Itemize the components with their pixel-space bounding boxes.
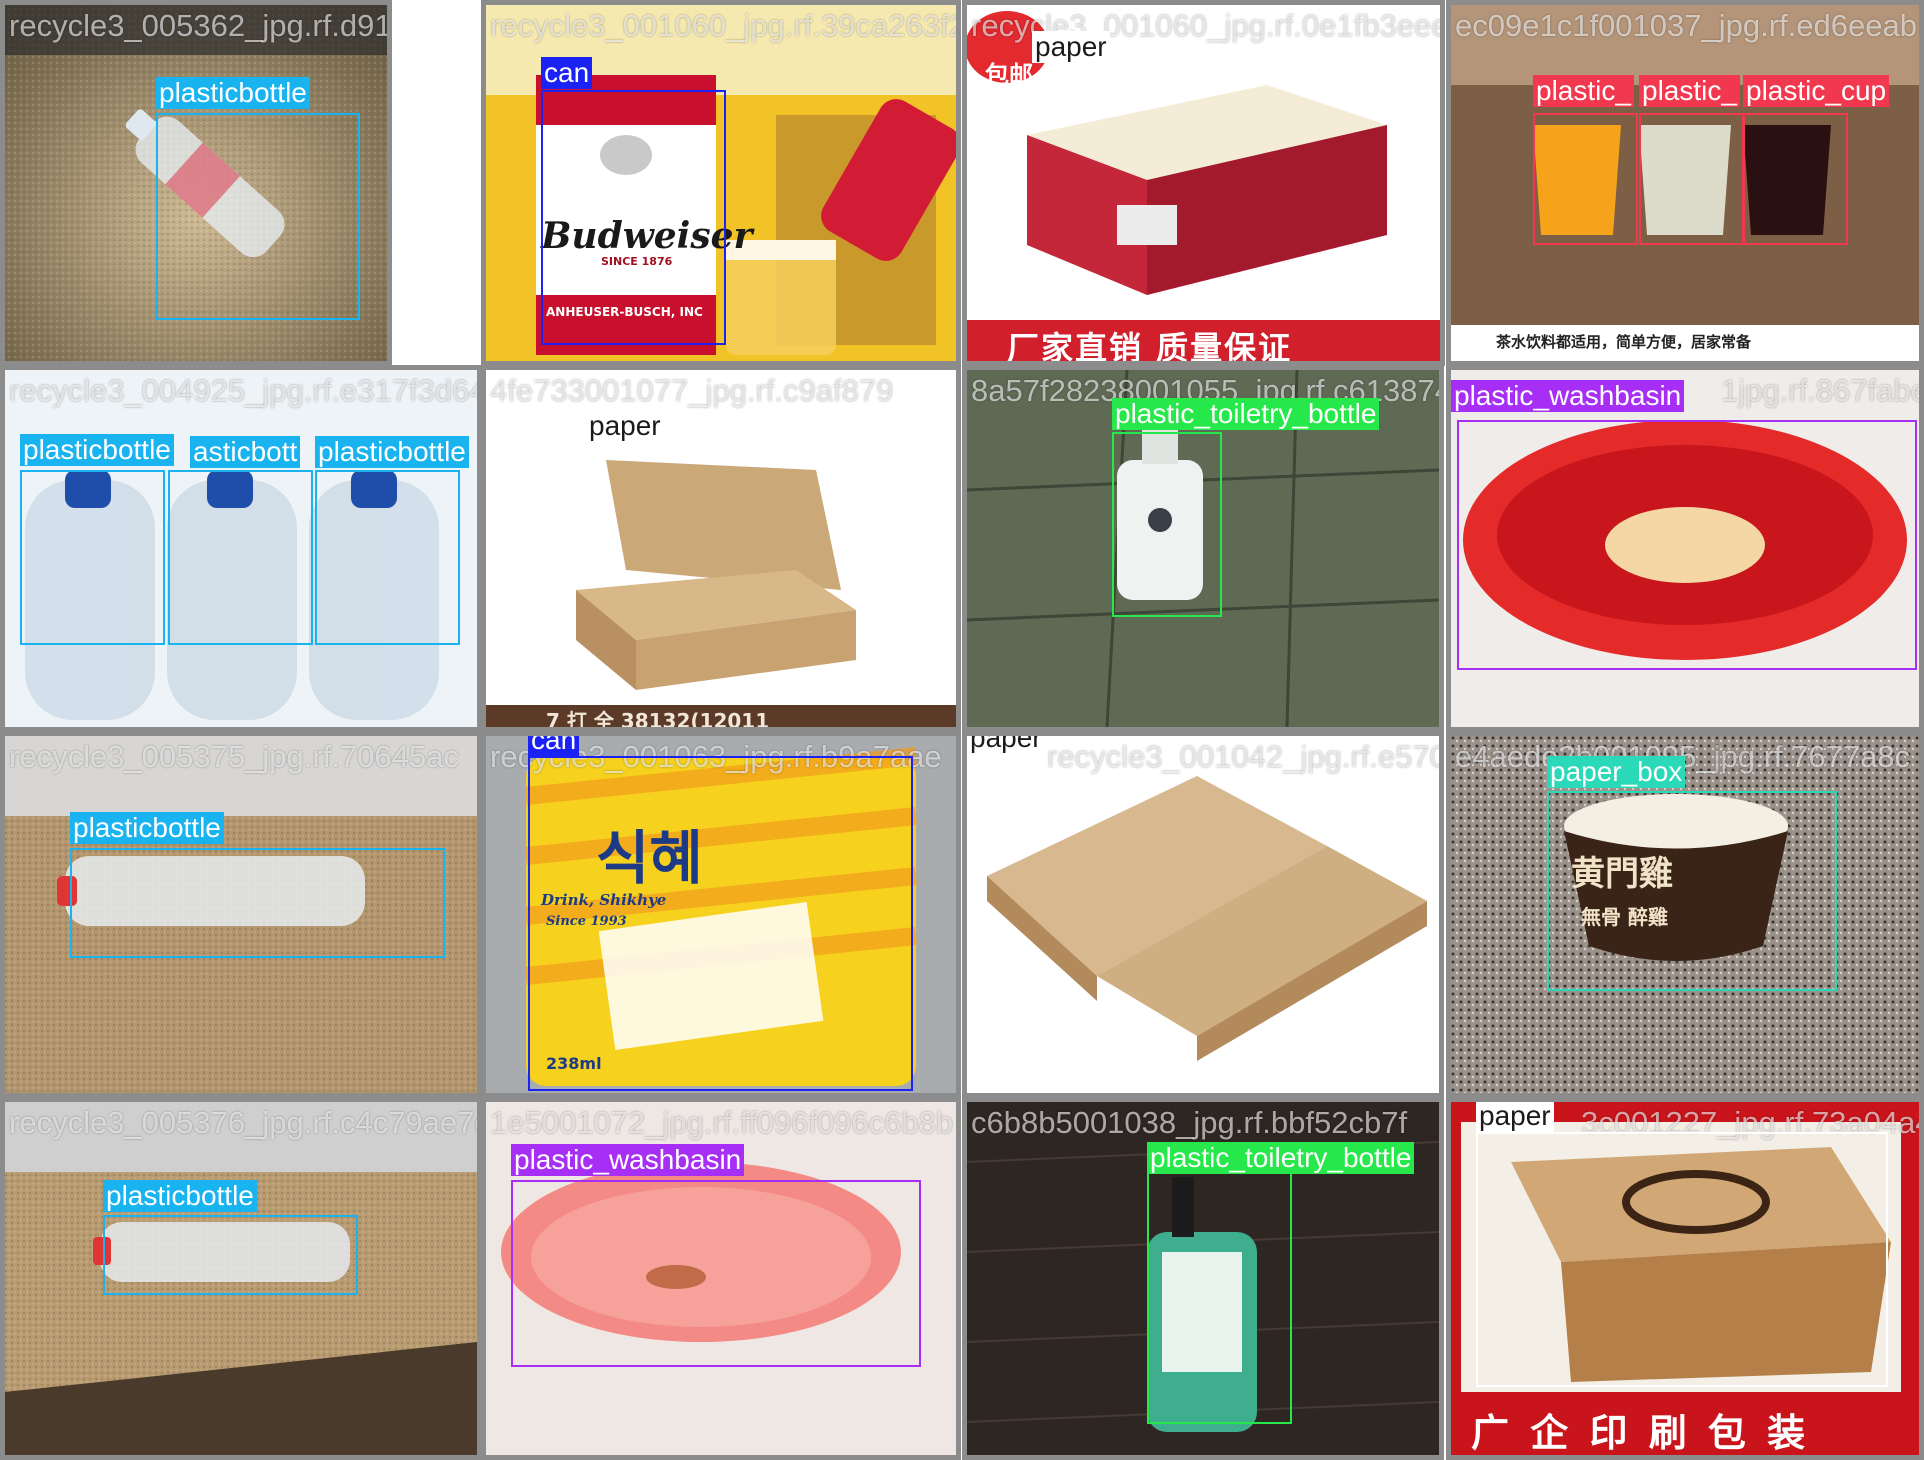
image-tile: recycle3_001060_jpg.rf.39ca263f28ee5dec … bbox=[481, 0, 961, 366]
detection-label: paper_box bbox=[1547, 756, 1686, 788]
detection-label: paper bbox=[967, 736, 1045, 754]
detection-label: plasticbottle bbox=[156, 77, 310, 109]
detection-box bbox=[1476, 1132, 1888, 1387]
detection-label: plasticbottle bbox=[103, 1180, 257, 1212]
detection-label: paper bbox=[1476, 1102, 1554, 1132]
image-tile: ec09e1c1f001037_jpg.rf.ed6eeab 茶水饮料都适用，简… bbox=[1446, 0, 1924, 366]
detection-label: paper bbox=[1032, 31, 1110, 63]
detection-box bbox=[511, 1180, 921, 1367]
detection-label: can bbox=[528, 736, 580, 756]
detection-label: paper bbox=[586, 410, 664, 442]
image-tile: e4aede2b001095_jpg.rf.7677a8c 黄門雞 無骨 醉雞 … bbox=[1446, 731, 1924, 1098]
printed-caption: 茶水饮料都适用，简单方便，居家常备 bbox=[1496, 333, 1752, 351]
detection-label: plasticbottle bbox=[315, 436, 469, 468]
photo-kraft-box bbox=[486, 370, 956, 727]
photo-flat-boxes bbox=[967, 736, 1439, 1093]
image-tile: recycle3_001042_jpg.rf.e5706f0 paper bbox=[962, 731, 1444, 1098]
detection-label: plastic_cup bbox=[1743, 75, 1890, 107]
detection-box bbox=[1457, 420, 1917, 670]
image-tile: 1e5001072_jpg.rf.ff096f096c6b8b plastic_… bbox=[481, 1097, 961, 1460]
detection-box bbox=[315, 470, 460, 645]
image-tile: recycle3_005376_jpg.rf.c4c79ae7ea41e5001… bbox=[0, 1097, 482, 1460]
image-tile: 3c001227_jpg.rf.73a04a4 广 企 印 刷 包 装 pape… bbox=[1446, 1097, 1924, 1460]
detection-label: plastic_toiletry_bottle bbox=[1147, 1142, 1415, 1174]
detection-box bbox=[1547, 791, 1837, 991]
detection-box bbox=[20, 470, 165, 645]
image-tile: recycle3_001063_jpg.rf.b9a7aae 식혜 Drink,… bbox=[481, 731, 961, 1098]
detection-label: plastic_ bbox=[1639, 75, 1740, 107]
printed-badge: 包邮 bbox=[985, 61, 1033, 89]
detection-box bbox=[70, 848, 445, 958]
image-tile: recycle3_005362_jpg.rf.d91d58e4a2d7fe444… bbox=[0, 0, 392, 366]
detection-label: plasticbottle bbox=[70, 812, 224, 844]
detection-label: plastic_washbasin bbox=[1451, 380, 1685, 412]
image-tile: 8a57f28238001055_jpg.rf.c613874 plastic_… bbox=[962, 365, 1444, 732]
detection-box bbox=[541, 90, 726, 345]
detection-label: plastic_washbasin bbox=[511, 1144, 745, 1176]
printed-banner: 广 企 印 刷 包 装 bbox=[1471, 1411, 1810, 1455]
detection-label: asticbott bbox=[190, 436, 301, 468]
detection-box bbox=[156, 113, 360, 320]
printed-banner: 厂家直销 质量保证 bbox=[1007, 329, 1293, 366]
detection-box bbox=[528, 756, 913, 1091]
image-tile: recycle3_001060_jpg.rf.0e1fb3eee09e1c1 包… bbox=[962, 0, 1445, 366]
detection-box bbox=[1112, 432, 1222, 617]
detection-label: plastic_toiletry_bottle bbox=[1112, 398, 1380, 430]
detection-box bbox=[1639, 113, 1744, 245]
image-tile: 1jpg.rf.867fabe plastic_washbasin bbox=[1446, 365, 1924, 732]
detection-box bbox=[168, 470, 313, 645]
detection-label: plasticbottle bbox=[20, 434, 174, 466]
detection-box bbox=[103, 1215, 358, 1295]
image-tile: recycle3_005375_jpg.rf.70645ac plasticbo… bbox=[0, 731, 482, 1098]
detection-box bbox=[1533, 113, 1638, 245]
detection-label: plastic_ bbox=[1533, 75, 1634, 107]
detection-box bbox=[1743, 113, 1848, 245]
detection-mosaic: recycle3_005362_jpg.rf.d91d58e4a2d7fe444… bbox=[0, 0, 1924, 1460]
printed-strip: 7 打 全 38132(12011 bbox=[546, 709, 770, 732]
image-tile: recycle3_004925_jpg.rf.e317f3d64f4fe7330… bbox=[0, 365, 482, 732]
detection-box bbox=[1147, 1162, 1292, 1424]
image-tile: 4fe733001077_jpg.rf.c9af879 7 打 全 38132(… bbox=[481, 365, 961, 732]
image-tile: c6b8b5001038_jpg.rf.bbf52cb7f plastic_to… bbox=[962, 1097, 1444, 1460]
detection-label: can bbox=[541, 57, 593, 89]
